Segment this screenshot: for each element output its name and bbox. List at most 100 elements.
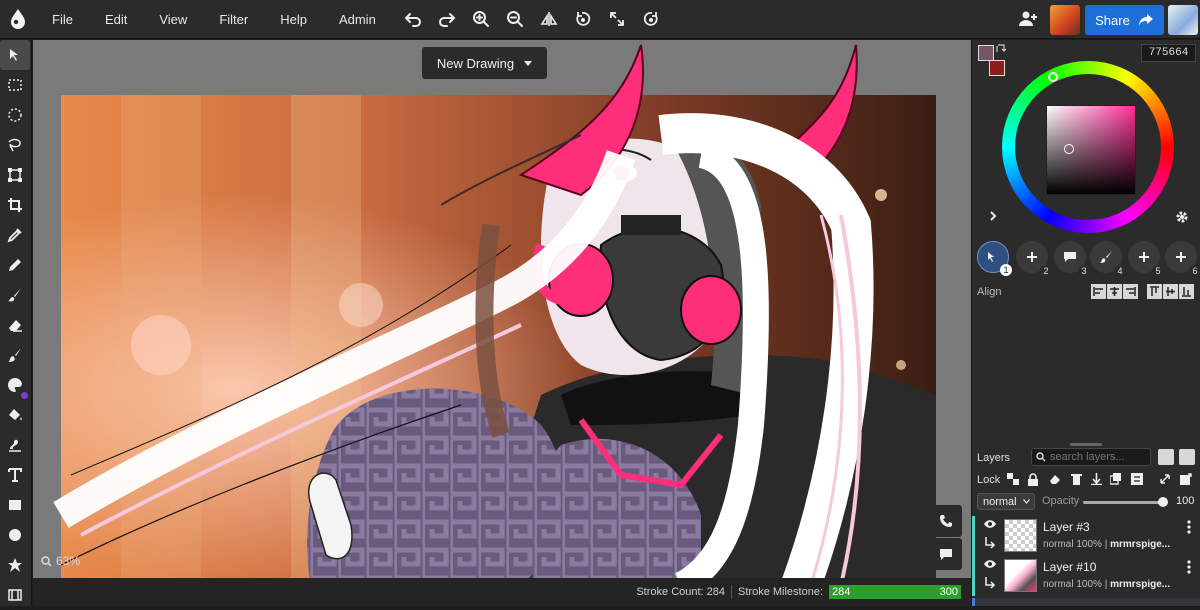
menu-help[interactable]: Help — [264, 0, 323, 39]
layer-settings-icon[interactable] — [1130, 472, 1144, 486]
brush-slot-5[interactable]: 5 — [1128, 241, 1164, 277]
blend-mode-select[interactable]: normal — [977, 493, 1035, 510]
layers-title: Layers — [977, 452, 1011, 464]
blend-brush-icon[interactable] — [0, 340, 30, 370]
brush-slot-4[interactable]: 4 — [1090, 241, 1126, 277]
brush-slot-2[interactable]: 2 — [1016, 241, 1052, 277]
voice-call-button[interactable] — [930, 505, 962, 537]
swap-colors-icon[interactable] — [996, 44, 1006, 54]
drawing-canvas[interactable] — [53, 44, 936, 578]
align-bottom-icon[interactable] — [1179, 284, 1194, 299]
opacity-label: Opacity — [1042, 495, 1080, 507]
align-right-icon[interactable] — [1123, 284, 1138, 299]
hex-color-input[interactable]: 775664 — [1141, 44, 1196, 62]
zoom-out-icon[interactable] — [498, 0, 532, 39]
pencil-icon[interactable] — [0, 250, 30, 280]
zoom-in-icon[interactable] — [464, 0, 498, 39]
clipping-icon[interactable] — [984, 577, 996, 589]
saturation-value-square[interactable] — [1046, 105, 1136, 195]
layer-row[interactable]: Layer #10 normal 100% | mrmrspige... — [972, 556, 1200, 596]
layer-export-icon[interactable] — [1179, 472, 1193, 486]
share-button[interactable]: Share — [1085, 5, 1164, 35]
merge-down-icon[interactable] — [1089, 472, 1103, 486]
opacity-slider-handle[interactable] — [1158, 497, 1168, 507]
reset-rotate-icon[interactable] — [634, 0, 668, 39]
layer-search-box[interactable] — [1031, 448, 1151, 466]
speech-bubble-icon — [1064, 252, 1076, 262]
layer-actions-icon[interactable] — [1179, 449, 1195, 465]
lock-icon[interactable] — [1026, 472, 1040, 486]
new-layer-icon[interactable] — [1158, 449, 1174, 465]
rect-select-icon[interactable] — [0, 70, 30, 100]
ellipse-select-icon[interactable] — [0, 100, 30, 130]
brush-slot-6[interactable]: 6 — [1165, 241, 1200, 277]
align-center-h-icon[interactable] — [1107, 284, 1122, 299]
redo-icon[interactable] — [430, 0, 464, 39]
chat-button[interactable] — [930, 538, 962, 570]
more-vertical-icon[interactable] — [1186, 560, 1192, 574]
opacity-slider[interactable] — [1083, 501, 1163, 504]
gear-icon[interactable] — [1175, 210, 1189, 224]
undo-icon[interactable] — [396, 0, 430, 39]
ellipse-shape-icon[interactable] — [0, 520, 30, 550]
delete-layer-icon[interactable] — [1069, 472, 1083, 486]
menu-view[interactable]: View — [143, 0, 203, 39]
brush-slot-1[interactable]: 1 — [977, 241, 1012, 276]
avatar[interactable] — [1050, 5, 1080, 35]
secondary-color-swatch[interactable] — [989, 60, 1005, 76]
stroke-milestone-label: Stroke Milestone: — [738, 586, 823, 598]
eye-icon[interactable] — [983, 559, 997, 569]
flip-icon[interactable] — [532, 0, 566, 39]
layer-row-partial[interactable] — [972, 598, 1200, 606]
menu-edit[interactable]: Edit — [89, 0, 143, 39]
align-middle-icon[interactable] — [1163, 284, 1178, 299]
smudge-icon[interactable] — [0, 430, 30, 460]
more-vertical-icon[interactable] — [1186, 520, 1192, 534]
layer-transform-icon[interactable] — [1158, 472, 1172, 486]
zoom-indicator[interactable]: 63% — [41, 554, 80, 568]
rotate-icon[interactable] — [566, 0, 600, 39]
text-tool-icon[interactable] — [0, 460, 30, 490]
add-user-icon[interactable] — [1018, 9, 1038, 34]
move-tool-icon[interactable] — [0, 40, 30, 70]
chat-bubble-icon — [940, 549, 952, 560]
eye-icon[interactable] — [983, 519, 997, 529]
app-logo-icon[interactable] — [0, 0, 36, 39]
new-drawing-button[interactable]: New Drawing — [422, 47, 547, 79]
zoom-value: 63% — [56, 554, 81, 568]
align-top-icon[interactable] — [1147, 284, 1162, 299]
brush-slot-3[interactable]: 3 — [1054, 241, 1090, 277]
avatar[interactable] — [1168, 5, 1198, 35]
brush-icon — [1100, 251, 1112, 263]
chevron-right-icon[interactable] — [989, 211, 997, 221]
slot-number: 2 — [1040, 265, 1052, 277]
layer-search-input[interactable] — [1050, 451, 1140, 463]
lasso-icon[interactable] — [0, 130, 30, 160]
panel-resize-handle[interactable] — [1070, 443, 1102, 446]
menu-file[interactable]: File — [36, 0, 89, 39]
transform-icon[interactable] — [0, 160, 30, 190]
rectangle-shape-icon[interactable] — [0, 490, 30, 520]
brush-icon[interactable] — [0, 280, 30, 310]
sv-marker[interactable] — [1064, 144, 1074, 154]
palette-icon[interactable] — [0, 370, 30, 400]
layer-clear-icon[interactable] — [1048, 472, 1062, 486]
menu-admin[interactable]: Admin — [323, 0, 392, 39]
eraser-icon[interactable] — [0, 310, 30, 340]
menu-filter[interactable]: Filter — [203, 0, 264, 39]
crop-icon[interactable] — [0, 190, 30, 220]
plus-icon — [1176, 252, 1186, 262]
eyedropper-icon[interactable] — [0, 220, 30, 250]
fill-bucket-icon[interactable] — [0, 400, 30, 430]
clipping-icon[interactable] — [984, 537, 996, 549]
fullscreen-icon[interactable] — [600, 0, 634, 39]
star-shape-icon[interactable] — [0, 550, 30, 580]
color-wheel[interactable] — [1002, 61, 1174, 233]
canvas-viewport[interactable]: New Drawing 63% — [33, 40, 971, 578]
primary-color-swatch[interactable] — [978, 45, 994, 61]
hue-marker[interactable] — [1048, 72, 1058, 82]
duplicate-layer-icon[interactable] — [1109, 472, 1123, 486]
lock-transparency-icon[interactable] — [1006, 472, 1020, 486]
layer-row[interactable]: Layer #3 normal 100% | mrmrspige... — [972, 516, 1200, 556]
align-left-icon[interactable] — [1091, 284, 1106, 299]
